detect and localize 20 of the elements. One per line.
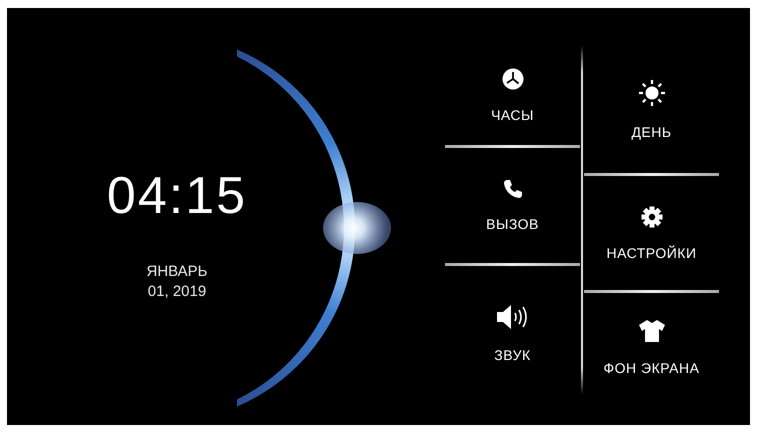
sun-icon xyxy=(638,78,666,106)
speaker-icon xyxy=(496,304,530,330)
menu-tile[interactable]: ЧАСЫ xyxy=(445,45,580,145)
menu-tile[interactable]: НАСТРОЙКИ xyxy=(584,176,719,290)
tile-label: ЗВУК xyxy=(494,347,531,363)
menu-tile[interactable]: ЗВУК xyxy=(445,266,580,401)
tile-label: ВЫЗОВ xyxy=(486,216,539,232)
menu-tile[interactable]: ФОН ЭКРАНА xyxy=(584,293,719,401)
date-label: 01, 2019 xyxy=(148,282,206,302)
menu-tile[interactable]: ВЫЗОВ xyxy=(445,148,580,263)
month-label: ЯНВАРЬ xyxy=(146,262,208,282)
tile-label: НАСТРОЙКИ xyxy=(606,244,697,260)
shirt-icon xyxy=(638,318,666,342)
menu-tile[interactable]: ДЕНЬ xyxy=(584,45,719,173)
tile-label: ДЕНЬ xyxy=(631,124,672,140)
tile-label: ФОН ЭКРАНА xyxy=(604,360,700,376)
clock-time: 04:15 xyxy=(106,166,248,226)
tile-label: ЧАСЫ xyxy=(491,106,534,122)
clock-icon xyxy=(502,68,524,90)
phone-icon xyxy=(502,179,522,199)
